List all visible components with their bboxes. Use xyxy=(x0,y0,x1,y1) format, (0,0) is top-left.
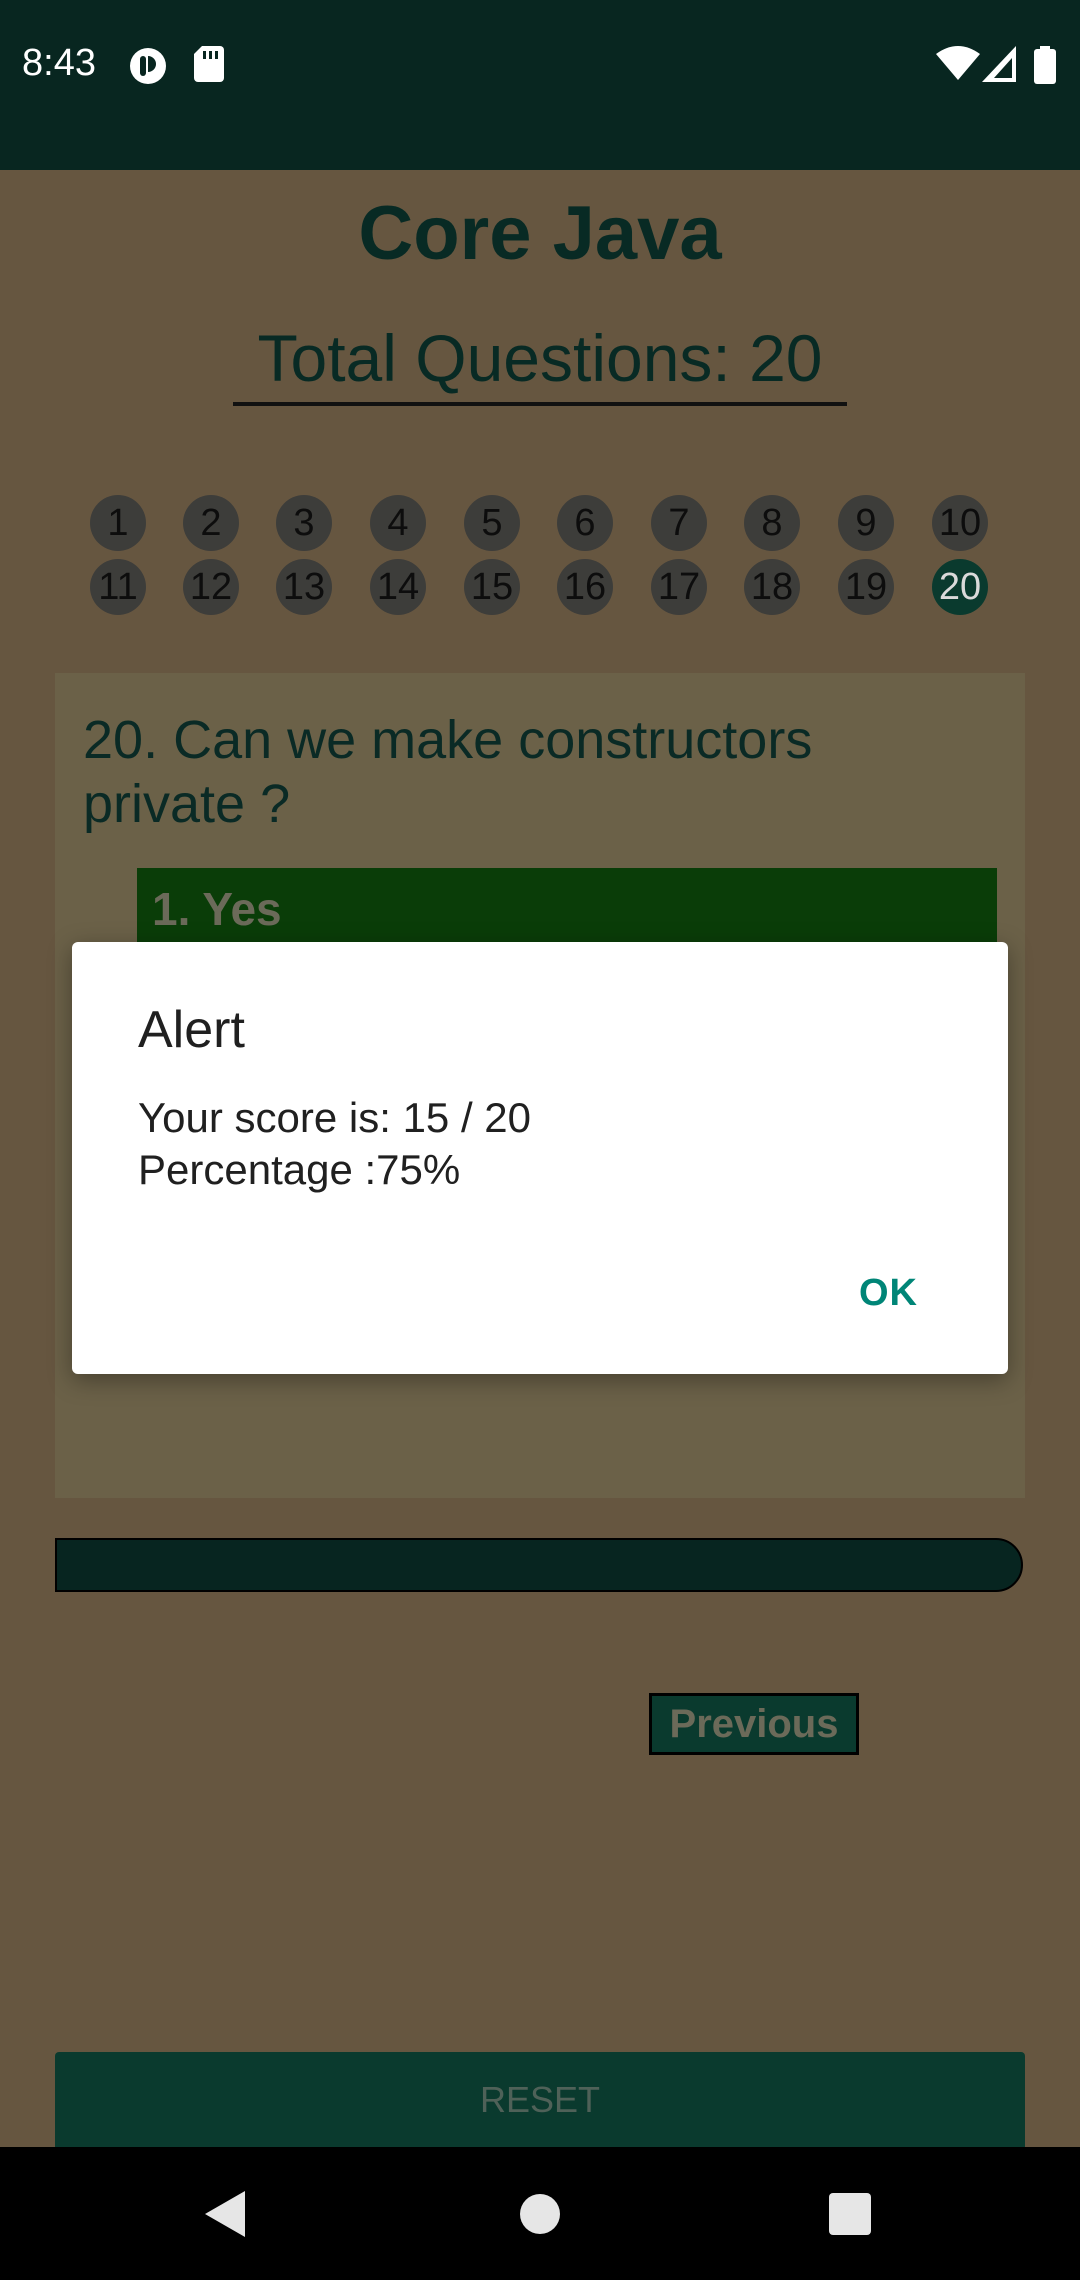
question-number-12[interactable]: 12 xyxy=(183,559,239,615)
signal-icon xyxy=(982,46,1016,82)
question-number-14[interactable]: 14 xyxy=(370,559,426,615)
wifi-icon xyxy=(936,46,980,80)
question-number-7[interactable]: 7 xyxy=(651,495,707,551)
option-1[interactable]: 1. Yes xyxy=(137,868,997,946)
app-notification-icon xyxy=(130,48,166,84)
question-number-19[interactable]: 19 xyxy=(838,559,894,615)
question-number-4[interactable]: 4 xyxy=(370,495,426,551)
question-number-11[interactable]: 11 xyxy=(90,559,146,615)
navigation-bar xyxy=(0,2147,1080,2280)
ok-button[interactable]: OK xyxy=(859,1272,918,1315)
question-number-8[interactable]: 8 xyxy=(744,495,800,551)
question-number-5[interactable]: 5 xyxy=(464,495,520,551)
question-number-1[interactable]: 1 xyxy=(90,495,146,551)
question-number-10[interactable]: 10 xyxy=(932,495,988,551)
question-number-6[interactable]: 6 xyxy=(557,495,613,551)
question-number-17[interactable]: 17 xyxy=(651,559,707,615)
progress-bar xyxy=(55,1538,1023,1592)
reset-button[interactable]: RESET xyxy=(55,2052,1025,2147)
question-number-13[interactable]: 13 xyxy=(276,559,332,615)
page-title: Core Java xyxy=(358,191,722,276)
previous-button[interactable]: Previous xyxy=(649,1693,859,1755)
question-number-20[interactable]: 20 xyxy=(932,559,988,615)
back-icon[interactable] xyxy=(205,2191,245,2237)
question-number-18[interactable]: 18 xyxy=(744,559,800,615)
dialog-title: Alert xyxy=(138,1001,245,1059)
status-time: 8:43 xyxy=(22,42,96,84)
question-number-2[interactable]: 2 xyxy=(183,495,239,551)
recents-icon[interactable] xyxy=(829,2193,871,2235)
home-icon[interactable] xyxy=(520,2194,560,2234)
percentage-text: Percentage :75% xyxy=(138,1146,461,1193)
sd-card-icon xyxy=(194,46,224,82)
battery-icon xyxy=(1034,46,1056,84)
status-bar: 8:43 xyxy=(0,0,1080,170)
alert-dialog: Alert Your score is: 15 / 20 Percentage … xyxy=(72,942,1008,1374)
total-questions-label: Total Questions: 20 xyxy=(233,320,847,406)
score-text: Your score is: 15 / 20 xyxy=(138,1094,532,1141)
question-number-15[interactable]: 15 xyxy=(464,559,520,615)
question-number-16[interactable]: 16 xyxy=(557,559,613,615)
question-number-3[interactable]: 3 xyxy=(276,495,332,551)
dialog-message: Your score is: 15 / 20 Percentage :75% xyxy=(138,1092,531,1196)
question-number-9[interactable]: 9 xyxy=(838,495,894,551)
question-text: 20. Can we make constructors private ? xyxy=(83,710,813,834)
